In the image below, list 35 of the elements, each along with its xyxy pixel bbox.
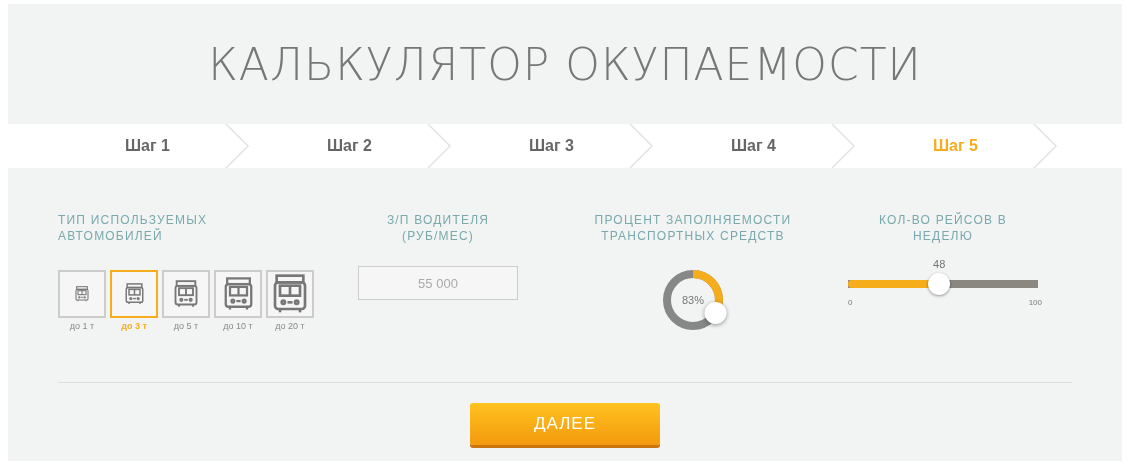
truck-icon [124, 283, 144, 305]
chevron-icon [424, 124, 454, 168]
vehicle-capacity: до 3 т [121, 321, 147, 331]
vehicle-capacity: до 5 т [173, 321, 199, 331]
chevron-icon [828, 124, 858, 168]
step-tab[interactable]: Шаг 1 [50, 124, 252, 168]
step-tab[interactable]: Шаг 3 [454, 124, 656, 168]
slider-thumb[interactable] [928, 273, 951, 295]
step-tab[interactable]: Шаг 2 [252, 124, 454, 168]
trips-label: КОЛ-ВО РЕЙСОВ В НЕДЕЛЮ [878, 212, 1008, 244]
truck-icon [174, 280, 198, 308]
slider-min: 0 [848, 298, 853, 307]
step-tab[interactable]: Шаг 4 [656, 124, 858, 168]
occupancy-reading: 83% [682, 294, 704, 306]
vehicle-capacity: до 1 т [69, 321, 95, 331]
chevron-icon [626, 124, 656, 168]
truck-icon [223, 277, 253, 311]
slider-max: 100 [1028, 298, 1042, 307]
trips-reading: 48 [933, 258, 946, 270]
vehicle-option[interactable] [266, 270, 314, 318]
vehicle-capacity: до 20 т [275, 321, 305, 331]
chevron-icon [222, 124, 252, 168]
truck-icon [75, 286, 89, 302]
vehicle-option[interactable] [58, 270, 106, 318]
vehicle-option[interactable] [214, 270, 262, 318]
salary-field[interactable]: 55 000 [358, 266, 518, 300]
vehicle-type-label: ТИП ИСПОЛЬЗУЕМЫХ АВТОМОБИЛЕЙ [58, 212, 209, 244]
chevron-icon [1030, 124, 1060, 168]
truck-icon [273, 274, 307, 314]
salary-label: З/П ВОДИТЕЛЯ (РУБ/МЕС) [385, 212, 491, 244]
occupancy-label: ПРОЦЕНТ ЗАПОЛНЯЕМОСТИ ТРАНСПОРТНЫХ СРЕДСТВ [593, 212, 793, 244]
page-title: КАЛЬКУЛЯТОР ОКУПАЕМОСТИ [207, 37, 923, 92]
vehicle-option[interactable] [162, 270, 210, 318]
vehicle-option[interactable] [110, 270, 158, 318]
vehicle-capacity: до 10 т [223, 321, 253, 331]
